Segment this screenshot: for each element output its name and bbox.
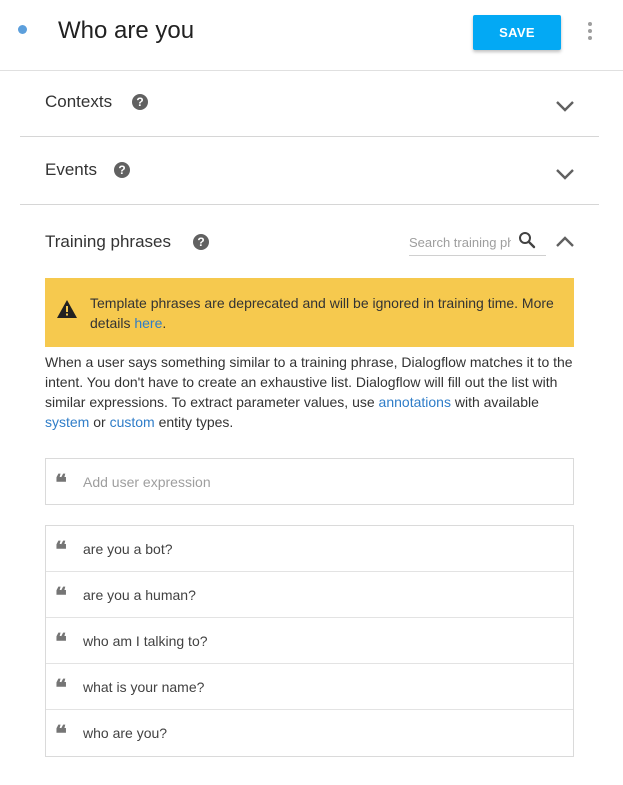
search-icon[interactable] [518,231,536,249]
training-phrases-title: Training phrases [45,232,171,251]
intent-title: Who are you [58,17,195,44]
chevron-down-icon[interactable] [555,168,575,180]
contexts-title: Contexts [45,92,113,111]
warning-text: Template phrases are deprecated and will… [90,293,565,333]
training-description: When a user says something similar to a … [45,352,575,432]
training-phrase-row[interactable]: ❝ are you a human? [46,572,573,618]
events-title: Events [45,160,97,179]
warning-period: . [162,315,167,331]
search-input[interactable] [409,230,511,254]
training-phrase-list: ❝ are you a bot? ❝ are you a human? ❝ who am … [45,525,574,757]
system-link[interactable]: system [45,414,89,430]
training-phrase-row[interactable]: ❝ are you a bot? [46,526,573,572]
quote-icon[interactable]: ❝ [55,585,67,607]
more-options-icon[interactable] [583,19,597,43]
quote-icon[interactable]: ❝ [55,723,67,745]
add-user-expression-input[interactable] [83,471,553,493]
custom-link[interactable]: custom [110,414,155,430]
training-phrase-row[interactable]: ❝ who am I talking to? [46,618,573,664]
intent-header: Who are you SAVE [0,0,623,71]
chevron-up-icon[interactable] [555,236,575,248]
search-training-phrases [409,230,546,256]
help-icon[interactable]: ? [193,234,209,250]
status-dot [18,25,27,34]
quote-icon[interactable]: ❝ [55,472,67,494]
description-text: with available [450,394,539,410]
training-phrase-row[interactable]: ❝ what is your name? [46,664,573,710]
training-phrase-text[interactable]: who am I talking to? [83,633,208,649]
quote-icon[interactable]: ❝ [55,539,67,561]
warning-icon [57,300,77,318]
training-phrase-text[interactable]: are you a human? [83,587,196,603]
chevron-down-icon[interactable] [555,100,575,112]
description-text: entity types. [154,414,234,430]
help-icon[interactable]: ? [132,94,148,110]
save-button[interactable]: SAVE [473,15,561,50]
add-expression-box: ❝ [45,458,574,505]
contexts-section[interactable]: Contexts ? [20,71,599,137]
help-icon[interactable]: ? [114,162,130,178]
description-text: or [89,414,110,430]
annotations-link[interactable]: annotations [379,394,451,410]
training-phrase-text[interactable]: are you a bot? [83,541,173,557]
events-section[interactable]: Events ? [20,137,599,205]
training-phrase-text[interactable]: who are you? [83,725,167,741]
training-phrase-text[interactable]: what is your name? [83,679,204,695]
deprecation-warning: Template phrases are deprecated and will… [45,278,574,347]
quote-icon[interactable]: ❝ [55,631,67,653]
quote-icon[interactable]: ❝ [55,677,67,699]
training-phrase-row[interactable]: ❝ who are you? [46,710,573,756]
details-link[interactable]: here [134,315,162,331]
